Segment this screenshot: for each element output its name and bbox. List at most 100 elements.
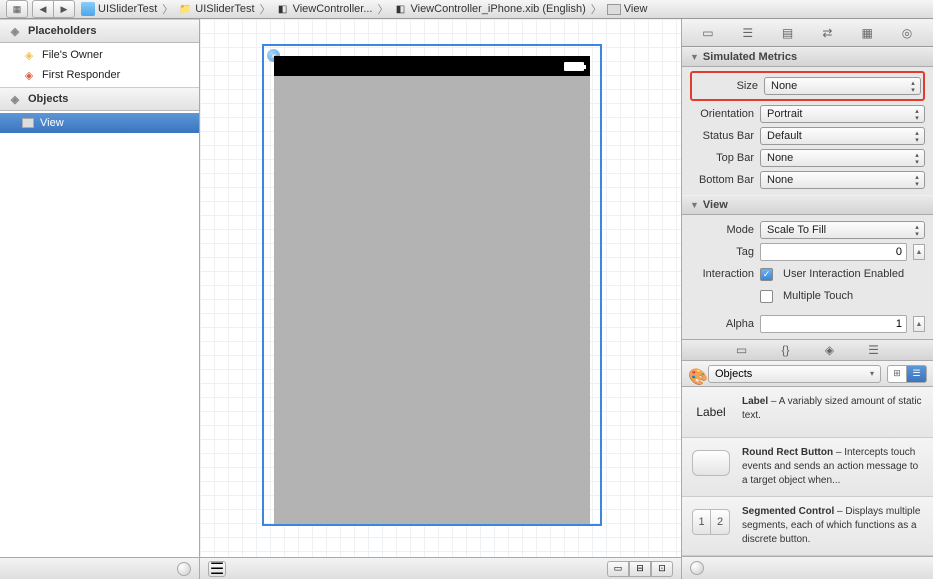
section-label: View [703,199,728,211]
library-toolbar: 🎨 Objects ⊞ ☰ [682,361,933,387]
row-label: File's Owner [42,49,103,61]
cube-icon: ◈ [22,68,36,82]
button-thumb [690,446,732,480]
file-inspector-icon[interactable]: ▭ [700,25,716,41]
crumb-file[interactable]: ◧ViewController... [274,2,375,16]
select-value: Scale To Fill [767,224,826,236]
filter-icon[interactable] [177,562,191,576]
back-button[interactable]: ◀ [32,0,54,18]
user-interaction-checkbox[interactable]: ✓ [760,268,773,281]
align-button[interactable]: ▭ [607,561,629,577]
select-value: None [767,174,793,186]
view-section-header[interactable]: ▼ View [682,195,933,215]
project-icon [81,2,95,16]
resize-button[interactable]: ⊡ [651,561,673,577]
size-inspector-icon[interactable]: ▦ [859,25,875,41]
interaction-label: Interaction [690,268,754,280]
top-toolbar: ▦ ◀ ▶ UISliderTest 〉 📁UISliderTest 〉 ◧Vi… [0,0,933,19]
statusbar [274,56,590,76]
select-value: Portrait [767,108,802,120]
outline-row-view[interactable]: View [0,113,199,133]
alpha-input[interactable]: 1 [760,315,907,333]
chevron-right-icon: 〉 [591,1,602,17]
placeholders-header: ◈ Placeholders [0,19,199,43]
outline-row-first-responder[interactable]: ◈ First Responder [0,65,199,85]
selected-view[interactable]: × [262,44,602,526]
crumb-view[interactable]: View [605,3,650,15]
xib-icon: ◧ [276,2,290,16]
tag-label: Tag [690,246,754,258]
attributes-inspector-icon[interactable]: ⇄ [819,25,835,41]
canvas[interactable]: × [200,19,681,557]
section-label: Simulated Metrics [703,51,797,63]
crumb-label: UISliderTest [98,3,157,15]
crumb-label: View [624,3,648,15]
library-item-label[interactable]: Label Label – A variably sized amount of… [682,387,933,438]
connections-inspector-icon[interactable]: ◎ [899,25,915,41]
row-label: View [40,117,64,129]
library-item-button[interactable]: Round Rect Button – Intercepts touch eve… [682,438,933,497]
list-view-icon[interactable]: ☰ [907,365,927,383]
size-select[interactable]: None [764,77,921,95]
folder-icon: 📁 [178,2,192,16]
object-library-icon[interactable]: ◈ [822,342,838,358]
row-label: First Responder [42,69,120,81]
canvas-footer: ☰ ▭ ⊟ ⊡ [200,557,681,579]
crumb-folder[interactable]: 📁UISliderTest [176,2,256,16]
library-item-segmented[interactable]: 12 Segmented Control – Displays multiple… [682,497,933,556]
library-tabs: ▭ {} ◈ ☰ [682,339,933,361]
mode-select[interactable]: Scale To Fill [760,221,925,239]
statusbar-label: Status Bar [690,130,754,142]
bottombar-select[interactable]: None [760,171,925,189]
chevron-right-icon: 〉 [377,1,388,17]
crumb-label: ViewController_iPhone.xib (English) [410,3,585,15]
identity-inspector-icon[interactable]: ▤ [780,25,796,41]
tag-stepper[interactable]: ▲ [913,244,925,260]
cube-icon: ◈ [22,48,36,62]
breadcrumb: UISliderTest 〉 📁UISliderTest 〉 ◧ViewCont… [79,1,649,17]
help-inspector-icon[interactable]: ☰ [740,25,756,41]
outline-footer [0,557,199,579]
library-icon: 🎨 [688,367,702,381]
outline-row-files-owner[interactable]: ◈ File's Owner [0,45,199,65]
tag-input[interactable]: 0 [760,243,907,261]
select-value: Default [767,130,802,142]
simulated-metrics-header[interactable]: ▼ Simulated Metrics [682,47,933,67]
statusbar-select[interactable]: Default [760,127,925,145]
pin-button[interactable]: ⊟ [629,561,651,577]
grid-view-icon[interactable]: ⊞ [887,365,907,383]
snippet-icon[interactable]: {} [778,342,794,358]
topbar-select[interactable]: None [760,149,925,167]
select-value: None [767,152,793,164]
crumb-project[interactable]: UISliderTest [79,2,159,16]
inspector-tabs: ▭ ☰ ▤ ⇄ ▦ ◎ [682,19,933,47]
select-value: None [771,80,797,92]
disclosure-icon: ▼ [690,200,699,210]
filter-icon[interactable] [690,561,704,575]
cube-icon: ◈ [8,92,22,106]
cube-icon: ◈ [8,24,22,38]
library-list[interactable]: Label Label – A variably sized amount of… [682,387,933,557]
topbar-label: Top Bar [690,152,754,164]
canvas-area: × ☰ ▭ ⊟ ⊡ [200,19,681,579]
alpha-stepper[interactable]: ▲ [913,316,925,332]
item-desc: Segmented Control – Displays multiple se… [742,505,925,547]
grid-icon[interactable]: ▦ [6,0,28,18]
header-label: Objects [28,93,68,105]
objects-popup[interactable]: Objects [708,365,881,383]
view-icon [607,4,621,15]
header-label: Placeholders [28,25,96,37]
view-mode-segment[interactable]: ⊞ ☰ [887,365,927,383]
media-library-icon[interactable]: ☰ [866,342,882,358]
segmented-thumb: 12 [690,505,732,539]
disclosure-icon: ▼ [690,52,699,62]
crumb-label: ViewController... [293,3,373,15]
crumb-file-en[interactable]: ◧ViewController_iPhone.xib (English) [391,2,587,16]
multiple-touch-checkbox[interactable] [760,290,773,303]
file-template-icon[interactable]: ▭ [734,342,750,358]
dock-toggle[interactable]: ☰ [208,561,226,577]
orientation-select[interactable]: Portrait [760,105,925,123]
objects-header: ◈ Objects [0,87,199,111]
forward-button[interactable]: ▶ [53,0,75,18]
popup-value: Objects [715,368,752,380]
